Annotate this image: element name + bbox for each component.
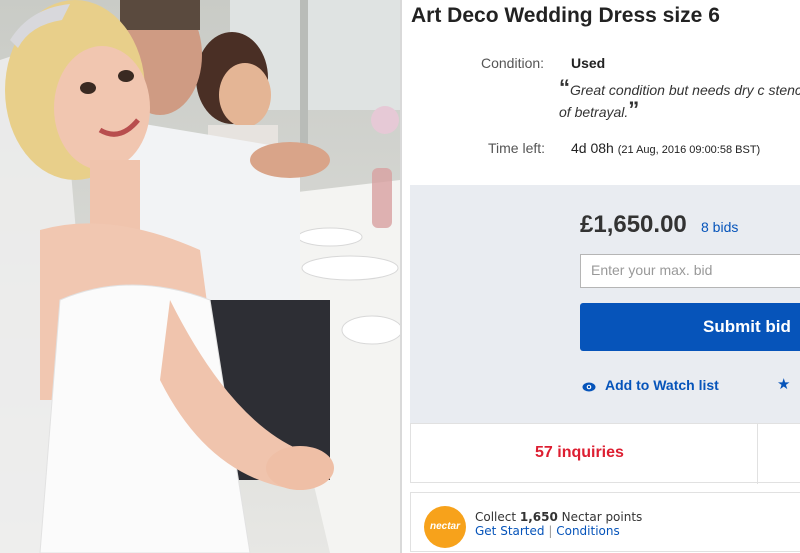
conditions-link[interactable]: Conditions <box>556 524 620 538</box>
link-separator: | <box>548 524 553 538</box>
nectar-box: nectar Collect 1,650 Nectar points Get S… <box>410 492 800 552</box>
collect-suffix: Nectar points <box>557 510 643 524</box>
close-quote: ” <box>628 97 640 122</box>
bid-count-link[interactable]: 8 bids <box>701 219 738 235</box>
add-to-watch-list-link[interactable]: Add to Watch list <box>582 377 719 393</box>
open-quote: “ <box>559 75 570 100</box>
star-icon[interactable]: ★ <box>777 375 790 393</box>
condition-note: “Great condition but needs dry c stench … <box>559 77 800 123</box>
condition-note-text: Great condition but needs dry c stench o… <box>559 82 800 120</box>
collect-prefix: Collect <box>475 510 520 524</box>
bid-panel: £1,650.00 8 bids Enter your max. bid Sub… <box>410 185 800 423</box>
nectar-logo: nectar <box>424 506 466 548</box>
get-started-link[interactable]: Get Started <box>475 524 545 538</box>
inquiries-separator <box>757 424 758 484</box>
time-left-duration: 4d 08h <box>571 140 614 156</box>
inquiries-box: 57 inquiries <box>410 423 800 484</box>
nectar-collect-text: Collect 1,650 Nectar points <box>475 510 642 524</box>
listing-panel: Art Deco Wedding Dress size 6 Condition:… <box>402 0 800 553</box>
inquiries-link[interactable]: 57 inquiries <box>535 444 624 462</box>
wedding-photo <box>0 0 400 553</box>
nectar-points: 1,650 <box>519 510 558 524</box>
listing-title: Art Deco Wedding Dress size 6 <box>411 4 720 27</box>
time-left-value: 4d 08h (21 Aug, 2016 09:00:58 BST) <box>571 140 760 156</box>
eye-icon <box>582 382 596 392</box>
time-left-label: Time left: <box>488 140 546 156</box>
condition-value: Used <box>571 55 606 71</box>
end-time: (21 Aug, 2016 09:00:58 BST) <box>617 144 761 156</box>
watch-list-label: Add to Watch list <box>605 377 719 393</box>
wedding-photo-illustration <box>0 0 400 553</box>
max-bid-input[interactable]: Enter your max. bid <box>580 254 800 288</box>
condition-label: Condition: <box>481 55 545 71</box>
nectar-links: Get Started | Conditions <box>475 524 620 538</box>
submit-bid-button[interactable]: Submit bid <box>580 303 800 351</box>
current-price: £1,650.00 <box>580 211 687 238</box>
